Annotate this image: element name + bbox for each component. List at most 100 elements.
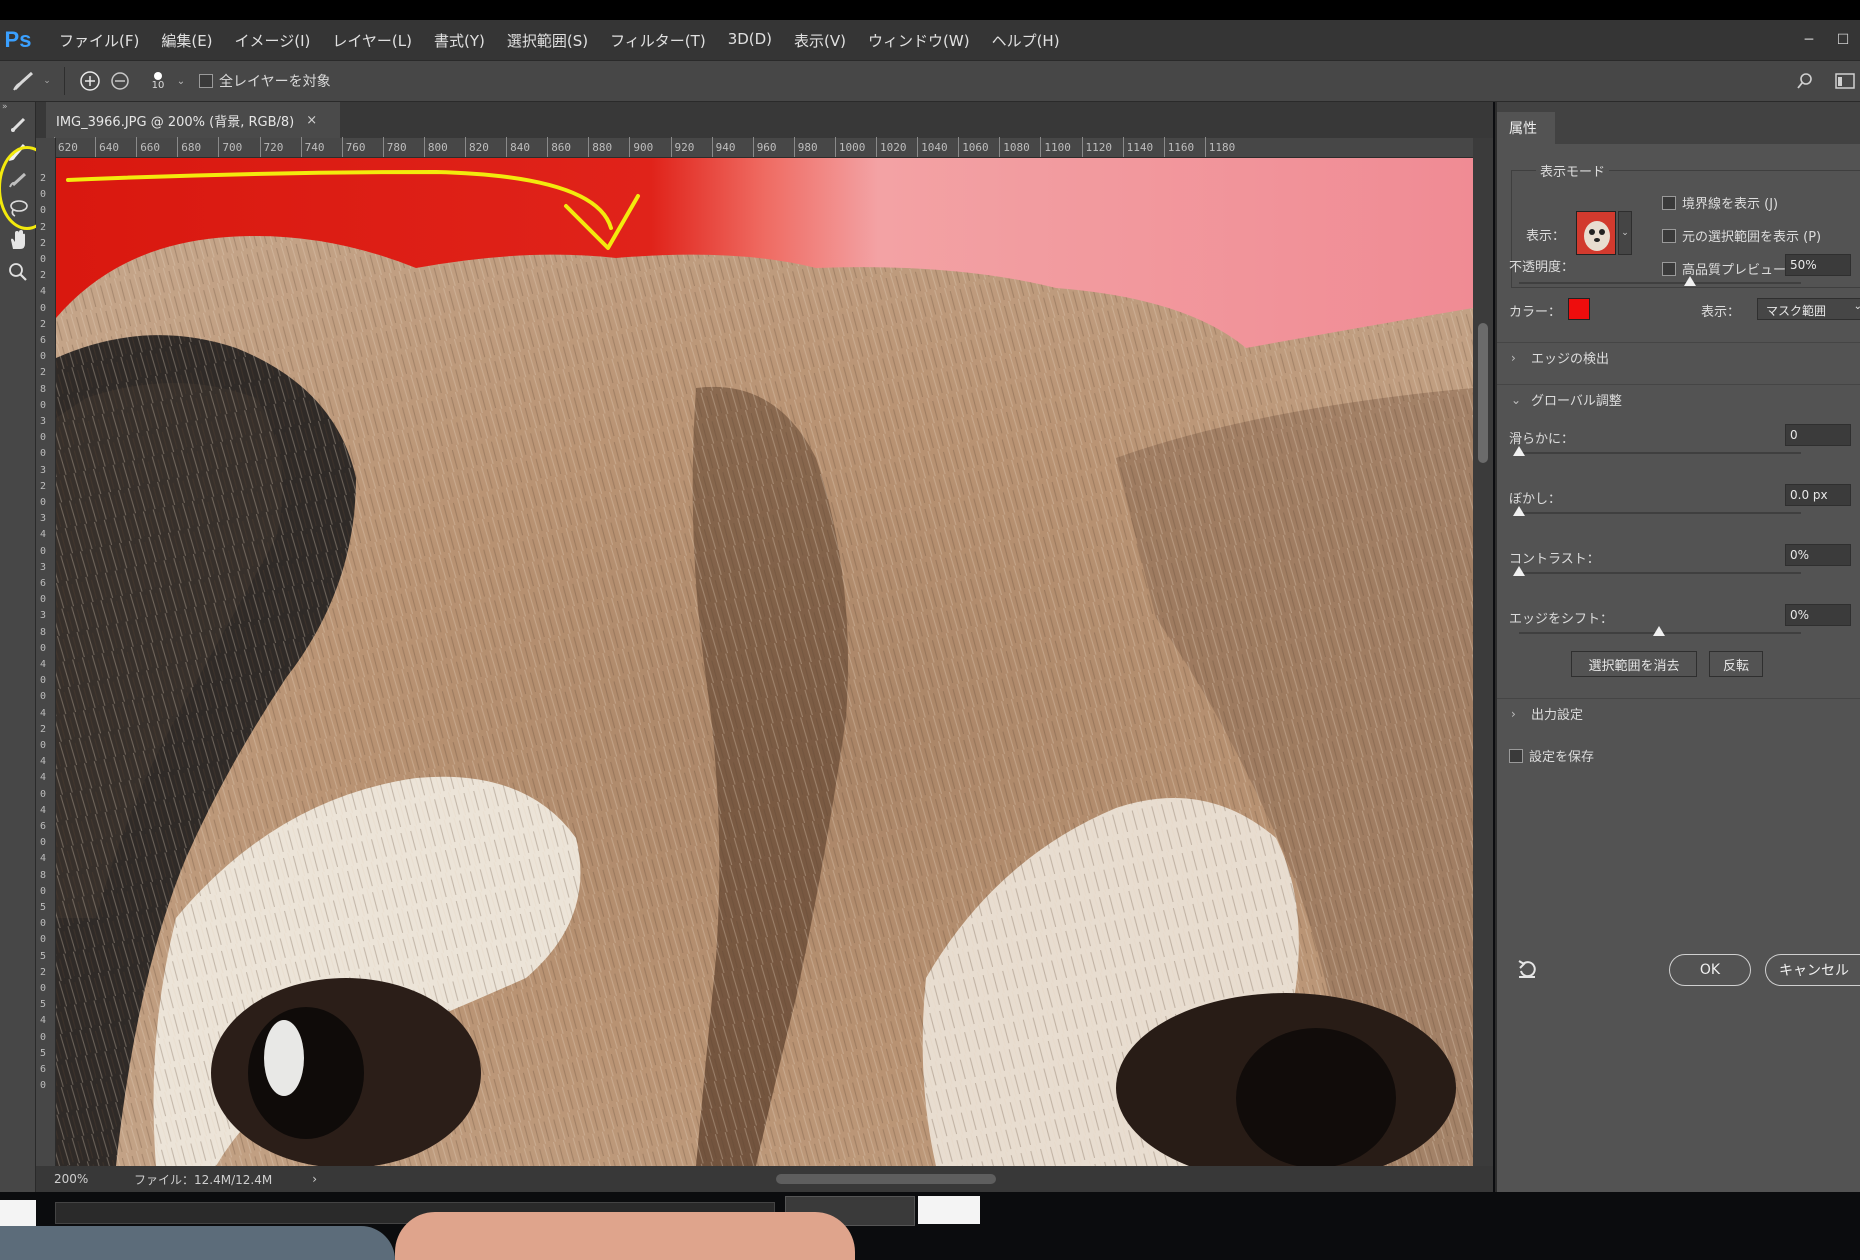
lasso-tool-icon[interactable] xyxy=(0,192,36,224)
high-quality-preview-checkbox[interactable]: 高品質プレビュー xyxy=(1662,259,1786,278)
close-icon[interactable]: × xyxy=(306,113,317,128)
shift-edge-slider-handle[interactable] xyxy=(1653,626,1665,636)
quick-selection-tool-icon[interactable] xyxy=(0,114,36,136)
feather-slider-handle[interactable] xyxy=(1513,506,1525,516)
checkbox-box[interactable] xyxy=(199,74,213,88)
section-global-refine[interactable]: ⌄ グローバル調整 xyxy=(1497,384,1860,414)
file-info-menu-arrow[interactable]: › xyxy=(312,1172,317,1186)
ruler-tick xyxy=(670,137,672,157)
brush-tool-preset-icon[interactable] xyxy=(10,66,40,96)
status-bar: 200% ファイル：12.4M/12.4M › xyxy=(36,1166,1493,1192)
tools-panel: » xyxy=(0,102,56,1192)
ruler-label: 5 xyxy=(40,999,47,1011)
checkbox-box[interactable] xyxy=(1509,748,1523,763)
contrast-slider[interactable] xyxy=(1513,566,1801,576)
show-original-label: 元の選択範囲を表示 (P) xyxy=(1682,230,1822,245)
zoom-level[interactable]: 200% xyxy=(36,1172,100,1186)
tab-properties[interactable]: 属性 xyxy=(1497,112,1555,144)
opacity-input[interactable]: 50% xyxy=(1785,254,1851,276)
opacity-label: 不透明度： xyxy=(1509,260,1575,275)
section-output-settings[interactable]: › 出力設定 xyxy=(1497,698,1860,728)
menu-item[interactable]: ファイル(F) xyxy=(48,30,150,51)
panel-collapse-icon[interactable]: » xyxy=(0,102,35,114)
sample-all-layers-checkbox[interactable]: 全レイヤーを対象 xyxy=(199,71,331,91)
background-hand xyxy=(395,1212,855,1260)
menu-item[interactable]: 3D(D) xyxy=(717,30,783,51)
vertical-scrollbar[interactable] xyxy=(1473,138,1493,1166)
menu-item[interactable]: 選択範囲(S) xyxy=(496,30,599,51)
chevron-right-icon: › xyxy=(1511,706,1516,721)
show-edge-checkbox[interactable]: 境界線を表示 (J) xyxy=(1662,193,1778,212)
menu-item[interactable]: ウィンドウ(W) xyxy=(857,30,981,51)
refine-edge-brush-tool-icon[interactable] xyxy=(0,136,36,168)
view-mode-thumbnail[interactable] xyxy=(1576,211,1616,255)
maximize-icon[interactable]: ☐ xyxy=(1826,32,1860,48)
scroll-thumb[interactable] xyxy=(1478,323,1488,463)
minimize-icon[interactable]: ─ xyxy=(1792,32,1826,48)
invert-button[interactable]: 反転 xyxy=(1709,651,1763,677)
view-mode-dropdown-arrow[interactable]: ⌄ xyxy=(1618,211,1632,255)
search-icon[interactable] xyxy=(1790,66,1820,96)
ruler-label: 0 xyxy=(40,642,47,654)
smooth-input[interactable]: 0 xyxy=(1785,424,1851,446)
document-tab[interactable]: IMG_3966.JPG @ 200% (背景, RGB/8) × xyxy=(46,102,340,138)
feather-label: ぼかし： xyxy=(1509,492,1562,507)
hand-tool-icon[interactable] xyxy=(0,224,36,256)
ruler-label: 6 xyxy=(40,335,47,346)
menu-item[interactable]: 書式(Y) xyxy=(423,30,496,51)
contrast-slider-handle[interactable] xyxy=(1513,566,1525,576)
zoom-tool-icon[interactable] xyxy=(0,256,36,288)
subtract-from-selection-icon[interactable] xyxy=(105,66,135,96)
chevron-down-icon: ⌄ xyxy=(1853,301,1860,312)
opacity-slider-handle[interactable] xyxy=(1684,276,1696,286)
ruler-label: 0 xyxy=(40,497,47,508)
checkbox-box[interactable] xyxy=(1662,195,1676,210)
workspace-icon[interactable] xyxy=(1830,66,1860,96)
divider xyxy=(64,67,65,95)
cancel-button[interactable]: キャンセル xyxy=(1765,954,1860,986)
checkbox-box[interactable] xyxy=(1662,261,1676,276)
smooth-slider-handle[interactable] xyxy=(1513,446,1525,456)
ruler-label: 0 xyxy=(40,983,47,994)
brush-size-picker[interactable]: 10 xyxy=(143,66,173,96)
clear-selection-button[interactable]: 選択範囲を消去 xyxy=(1571,651,1697,677)
menu-item[interactable]: イメージ(I) xyxy=(224,30,322,51)
ruler-label: 800 xyxy=(427,141,448,154)
ruler-label: 4 xyxy=(40,1015,47,1027)
reset-icon[interactable] xyxy=(1517,958,1541,982)
add-to-selection-icon[interactable] xyxy=(75,66,105,96)
contrast-input[interactable]: 0% xyxy=(1785,544,1851,566)
show-original-checkbox[interactable]: 元の選択範囲を表示 (P) xyxy=(1662,226,1821,245)
ruler-label: 1140 xyxy=(1126,141,1154,154)
remember-settings-checkbox[interactable]: 設定を保存 xyxy=(1509,746,1594,765)
shift-edge-input[interactable]: 0% xyxy=(1785,604,1851,626)
file-info: ファイル：12.4M/12.4M xyxy=(134,1172,273,1187)
section-edge-detection[interactable]: › エッジの検出 xyxy=(1497,342,1860,372)
menu-item[interactable]: 表示(V) xyxy=(783,30,857,51)
overlay-color-swatch[interactable] xyxy=(1568,298,1590,320)
horizontal-scrollbar-thumb[interactable] xyxy=(776,1174,996,1184)
ruler-label: 700 xyxy=(222,141,243,154)
chevron-down-icon[interactable]: ⌄ xyxy=(173,66,189,96)
opacity-slider[interactable] xyxy=(1519,276,1801,286)
ruler-label: 0 xyxy=(40,302,47,314)
checkbox-box[interactable] xyxy=(1662,228,1676,243)
display-select[interactable]: マスク範囲 ⌄ xyxy=(1757,298,1860,320)
menu-item[interactable]: ヘルプ(H) xyxy=(981,30,1071,51)
ok-button[interactable]: OK xyxy=(1669,954,1751,986)
shift-edge-slider[interactable] xyxy=(1519,626,1801,636)
menu-item[interactable]: 編集(E) xyxy=(150,30,223,51)
taskbar-dropdown[interactable] xyxy=(918,1196,980,1224)
brush-dot-icon xyxy=(154,71,162,80)
feather-slider[interactable] xyxy=(1513,506,1801,516)
feather-input[interactable]: 0.0 px xyxy=(1785,484,1851,506)
chevron-down-icon[interactable]: ⌄ xyxy=(40,66,54,96)
document-canvas[interactable] xyxy=(56,158,1473,1166)
menu-item[interactable]: レイヤー(L) xyxy=(321,30,423,51)
brush-size-value: 10 xyxy=(151,79,165,91)
smooth-slider[interactable] xyxy=(1513,446,1801,456)
brush-tool-icon[interactable] xyxy=(0,168,36,192)
ruler-label: 720 xyxy=(263,141,284,154)
menu-item[interactable]: フィルター(T) xyxy=(599,30,717,51)
sample-all-layers-label: 全レイヤーを対象 xyxy=(219,74,331,90)
